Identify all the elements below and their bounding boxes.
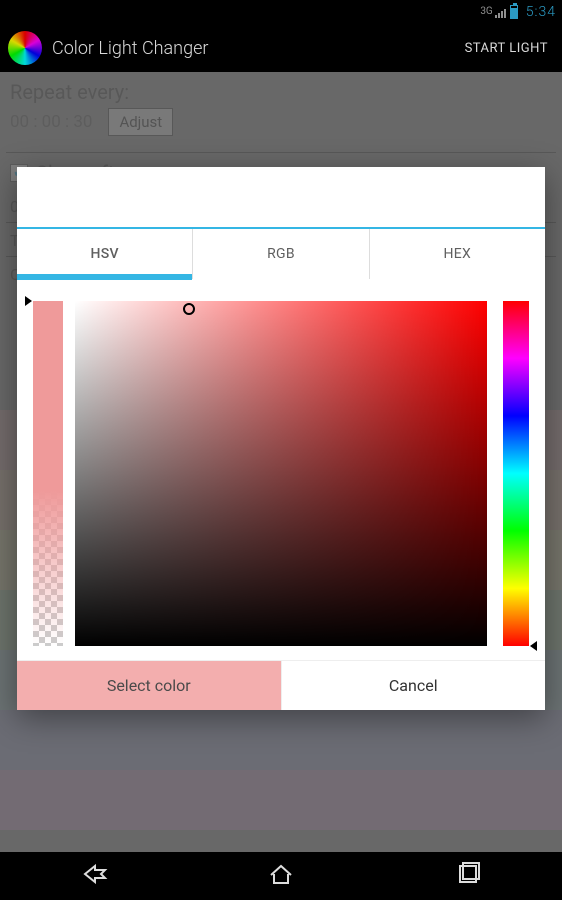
color-picker-dialog: HSV RGB HEX Select color Cancel bbox=[17, 167, 545, 710]
navigation-bar bbox=[0, 852, 562, 900]
app-title: Color Light Changer bbox=[52, 38, 459, 59]
signal-bars-icon bbox=[495, 6, 506, 18]
tab-hex[interactable]: HEX bbox=[369, 229, 545, 279]
recents-button[interactable] bbox=[453, 859, 483, 893]
status-clock: 5:34 bbox=[526, 4, 556, 20]
back-button[interactable] bbox=[79, 859, 109, 893]
select-color-button[interactable]: Select color bbox=[17, 661, 281, 710]
hue-thumb-icon[interactable] bbox=[530, 641, 537, 651]
tab-hsv[interactable]: HSV bbox=[17, 229, 192, 279]
sv-cursor-icon[interactable] bbox=[183, 303, 195, 315]
cancel-button[interactable]: Cancel bbox=[281, 661, 546, 710]
picker-tabs: HSV RGB HEX bbox=[17, 229, 545, 279]
alpha-thumb-icon[interactable] bbox=[25, 296, 32, 306]
action-bar: Color Light Changer START LIGHT bbox=[0, 24, 562, 72]
network-label: 3G bbox=[480, 6, 492, 17]
status-bar: 3G 5:34 bbox=[0, 0, 562, 24]
dialog-header bbox=[17, 167, 545, 229]
picker-area bbox=[17, 279, 545, 660]
hue-slider[interactable] bbox=[503, 301, 529, 646]
start-light-button[interactable]: START LIGHT bbox=[459, 41, 554, 56]
network-indicator: 3G bbox=[480, 6, 505, 18]
tab-rgb[interactable]: RGB bbox=[192, 229, 368, 279]
home-button[interactable] bbox=[266, 859, 296, 893]
dialog-buttons: Select color Cancel bbox=[17, 660, 545, 710]
alpha-slider[interactable] bbox=[33, 301, 63, 646]
battery-icon bbox=[510, 5, 518, 19]
app-icon bbox=[8, 31, 42, 65]
saturation-value-field[interactable] bbox=[75, 301, 487, 646]
